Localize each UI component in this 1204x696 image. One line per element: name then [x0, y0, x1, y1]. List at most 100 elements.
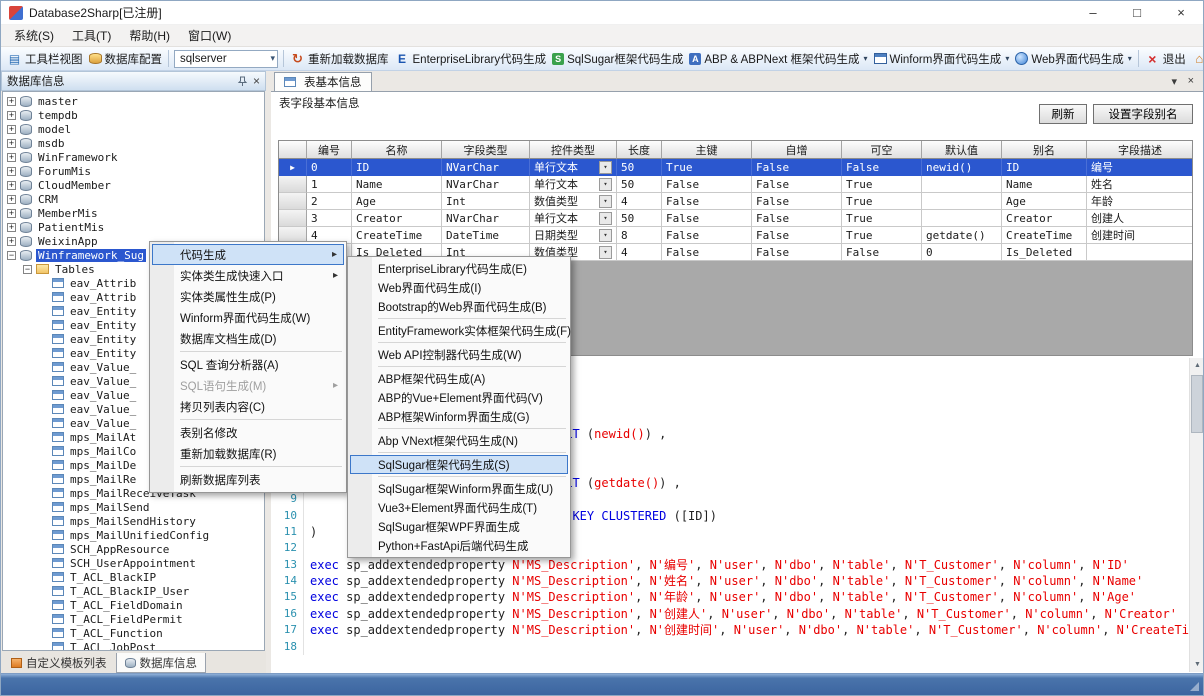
database-type-combo[interactable]: sqlserver▾ — [174, 50, 278, 68]
grid-column-header[interactable]: 主键 — [662, 141, 752, 159]
chevron-down-icon[interactable]: ▾ — [599, 246, 612, 259]
grid-cell[interactable]: 0 — [922, 244, 1002, 261]
collapse-icon[interactable]: − — [7, 251, 16, 260]
grid-column-header[interactable]: 编号 — [307, 141, 352, 159]
grid-column-header[interactable]: 名称 — [352, 141, 442, 159]
tree-item[interactable]: mps_MailSend — [3, 500, 264, 514]
collapse-icon[interactable]: − — [23, 265, 32, 274]
minimize-button[interactable]: – — [1071, 1, 1115, 24]
grid-cell[interactable]: False — [662, 176, 752, 193]
chevron-down-icon[interactable]: ▾ — [599, 195, 612, 208]
grid-cell[interactable]: Is_Deleted — [1002, 244, 1087, 261]
grid-row[interactable]: ▶0IDNVarChar单行文本▾50TrueFalseFalsenewid()… — [279, 159, 1192, 176]
grid-cell[interactable]: 单行文本▾ — [530, 210, 617, 227]
grid-cell[interactable]: ID — [352, 159, 442, 176]
scroll-up-icon[interactable]: ▲ — [1190, 358, 1204, 373]
tabstrip-close-icon[interactable]: × — [1188, 75, 1194, 87]
grid-cell[interactable]: False — [662, 210, 752, 227]
tree-item[interactable]: SCH_AppResource — [3, 542, 264, 556]
context-menu-item[interactable]: 数据库文档生成(D) — [152, 328, 344, 349]
grid-column-header[interactable]: 长度 — [617, 141, 662, 159]
grid-column-header[interactable]: 自增 — [752, 141, 842, 159]
grid-cell[interactable]: 数值类型▾ — [530, 193, 617, 210]
grid-cell[interactable]: ID — [1002, 159, 1087, 176]
grid-row[interactable]: 2AgeInt数值类型▾4FalseFalseTrueAge年龄 — [279, 193, 1192, 210]
grid-cell[interactable]: 4 — [617, 244, 662, 261]
grid-cell[interactable]: False — [752, 176, 842, 193]
grid-cell[interactable]: getdate() — [922, 227, 1002, 244]
menubar-item[interactable]: 系统(S) — [5, 24, 63, 47]
context-menu-item[interactable]: 刷新数据库列表 — [152, 469, 344, 490]
chevron-down-icon[interactable]: ▾ — [270, 53, 275, 64]
tree-item[interactable]: +CRM — [3, 192, 264, 206]
grid-cell[interactable]: 姓名 — [1087, 176, 1193, 193]
set-alias-button[interactable]: 设置字段别名 — [1093, 104, 1193, 124]
submenu-item[interactable]: Python+FastApi后端代码生成 — [350, 536, 568, 555]
grid-cell[interactable] — [922, 193, 1002, 210]
context-menu-item[interactable]: 实体类生成快速入口▸ — [152, 265, 344, 286]
chevron-down-icon[interactable]: ▾ — [1005, 54, 1009, 63]
toolbar-button[interactable]: Web界面代码生成▾ — [1012, 49, 1134, 69]
toolbar-button[interactable]: 退出 — [1142, 49, 1189, 69]
grid-cell[interactable]: 3 — [307, 210, 352, 227]
resize-grip[interactable] — [1190, 682, 1199, 691]
tree-item[interactable]: +PatientMis — [3, 220, 264, 234]
grid-row[interactable]: 1NameNVarChar单行文本▾50FalseFalseTrueName姓名 — [279, 176, 1192, 193]
context-menu-item[interactable]: Winform界面代码生成(W) — [152, 307, 344, 328]
chevron-down-icon[interactable]: ▾ — [1128, 54, 1132, 63]
scroll-down-icon[interactable]: ▼ — [1190, 657, 1204, 672]
grid-cell[interactable]: True — [842, 193, 922, 210]
expand-icon[interactable]: + — [7, 125, 16, 134]
grid-cell[interactable]: CreateTime — [1002, 227, 1087, 244]
tree-item[interactable]: mps_MailUnifiedConfig — [3, 528, 264, 542]
menubar-item[interactable]: 工具(T) — [63, 24, 120, 47]
grid-cell[interactable]: Creator — [352, 210, 442, 227]
grid-cell[interactable]: 单行文本▾ — [530, 159, 617, 176]
context-menu-item[interactable]: SQL 查询分析器(A) — [152, 354, 344, 375]
grid-cell[interactable]: True — [842, 227, 922, 244]
grid-cell[interactable]: 50 — [617, 176, 662, 193]
scrollbar-thumb[interactable] — [1191, 375, 1203, 433]
grid-cell[interactable]: 创建人 — [1087, 210, 1193, 227]
expand-icon[interactable]: + — [7, 167, 16, 176]
grid-cell[interactable]: NVarChar — [442, 176, 530, 193]
tree-item[interactable]: +CloudMember — [3, 178, 264, 192]
grid-column-header[interactable]: 默认值 — [922, 141, 1002, 159]
submenu-item[interactable]: ABP的Vue+Element界面代码(V) — [350, 388, 568, 407]
refresh-button[interactable]: 刷新 — [1039, 104, 1087, 124]
tree-item[interactable]: +MemberMis — [3, 206, 264, 220]
grid-cell[interactable]: False — [842, 244, 922, 261]
expand-icon[interactable]: + — [7, 139, 16, 148]
expand-icon[interactable]: + — [7, 237, 16, 246]
panel-close-icon[interactable]: × — [253, 76, 260, 86]
tree-item[interactable]: T_ACL_BlackIP — [3, 570, 264, 584]
grid-cell[interactable]: 日期类型▾ — [530, 227, 617, 244]
menubar-item[interactable]: 帮助(H) — [120, 24, 179, 47]
toolbar-button[interactable] — [1189, 50, 1203, 68]
maximize-button[interactable]: □ — [1115, 1, 1159, 24]
grid-cell[interactable]: False — [662, 227, 752, 244]
grid-cell[interactable] — [1087, 244, 1193, 261]
toolbar-button[interactable]: Winform界面代码生成▾ — [871, 49, 1013, 69]
bottom-tab[interactable]: 数据库信息 — [116, 653, 207, 673]
submenu-item[interactable]: Web界面代码生成(I) — [350, 278, 568, 297]
expand-icon[interactable]: + — [7, 195, 16, 204]
menubar-item[interactable]: 窗口(W) — [179, 24, 240, 47]
grid-cell[interactable]: Name — [352, 176, 442, 193]
grid-cell[interactable]: False — [842, 159, 922, 176]
grid-cell[interactable]: Creator — [1002, 210, 1087, 227]
grid-cell[interactable]: 创建时间 — [1087, 227, 1193, 244]
chevron-down-icon[interactable]: ▾ — [863, 54, 867, 63]
toolbar-button[interactable]: 重新加载数据库 — [287, 49, 392, 69]
grid-cell[interactable]: newid() — [922, 159, 1002, 176]
grid-column-header[interactable]: 别名 — [1002, 141, 1087, 159]
toolbar-button[interactable]: 工具栏视图 — [4, 49, 86, 69]
grid-cell[interactable]: 单行文本▾ — [530, 176, 617, 193]
expand-icon[interactable]: + — [7, 209, 16, 218]
grid-cell[interactable]: 8 — [617, 227, 662, 244]
context-menu-item[interactable]: 实体类属性生成(P) — [152, 286, 344, 307]
context-menu-item[interactable]: 重新加载数据库(R) — [152, 443, 344, 464]
bottom-tab[interactable]: 自定义模板列表 — [3, 653, 115, 673]
grid-cell[interactable]: 编号 — [1087, 159, 1193, 176]
grid-cell[interactable]: False — [752, 193, 842, 210]
